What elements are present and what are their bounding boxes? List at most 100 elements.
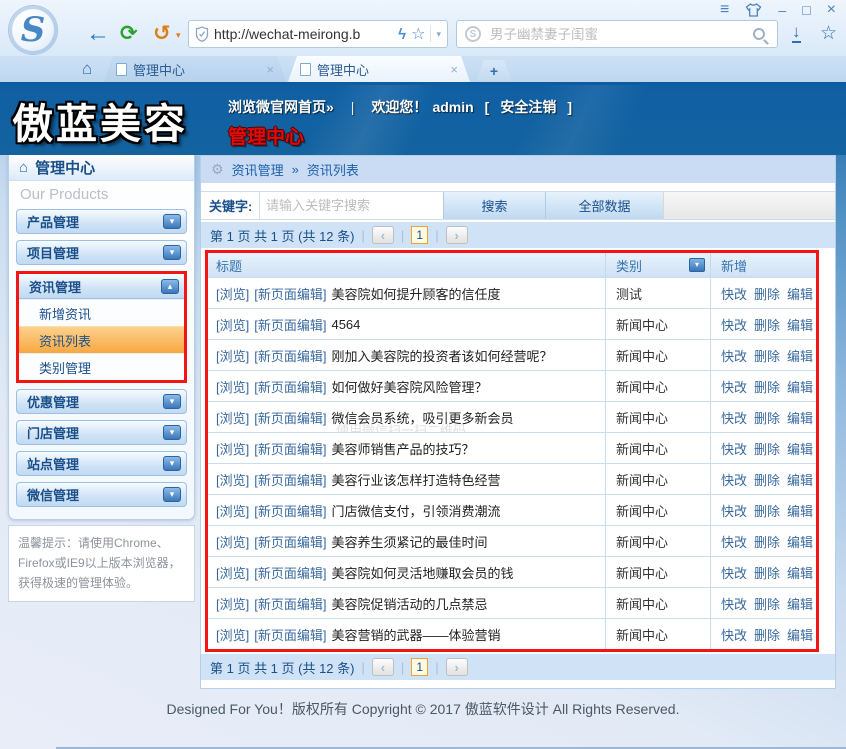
browser-tab[interactable]: 管理中心× <box>104 56 286 82</box>
next-page-button[interactable]: › <box>446 226 468 244</box>
action-link[interactable]: 编辑 <box>787 346 813 365</box>
chevron-down-icon[interactable]: ▾ <box>163 245 181 260</box>
action-link[interactable]: 快改 <box>721 439 747 458</box>
action-link[interactable]: 删除 <box>754 532 780 551</box>
skin-icon[interactable] <box>745 3 762 17</box>
action-link[interactable]: 删除 <box>754 346 780 365</box>
maximize-icon[interactable]: □ <box>802 2 810 18</box>
sidebar-subitem[interactable]: 新增资讯 <box>19 299 184 326</box>
action-link[interactable]: 快改 <box>721 346 747 365</box>
category-filter-icon[interactable]: ▾ <box>689 258 705 272</box>
current-page-button[interactable]: 1 <box>411 226 428 244</box>
chevron-down-icon[interactable]: ▾ <box>163 425 181 440</box>
view-link[interactable]: [浏览] <box>216 470 249 489</box>
newpage-edit-link[interactable]: [新页面编辑] <box>254 315 326 334</box>
newpage-edit-link[interactable]: [新页面编辑] <box>254 594 326 613</box>
tab-close-icon[interactable]: × <box>266 62 274 77</box>
all-data-button[interactable]: 全部数据 <box>545 192 663 219</box>
action-link[interactable]: 编辑 <box>787 532 813 551</box>
undo-icon[interactable]: ↺ <box>153 21 171 47</box>
view-link[interactable]: [浏览] <box>216 346 249 365</box>
home-icon[interactable]: ⌂ <box>82 59 92 79</box>
action-link[interactable]: 快改 <box>721 284 747 303</box>
view-link[interactable]: [浏览] <box>216 284 249 303</box>
sidebar-subitem[interactable]: 类别管理 <box>19 353 184 380</box>
action-link[interactable]: 删除 <box>754 377 780 396</box>
address-bar[interactable]: http://wechat-meirong.b ϟ ☆ ▾ <box>188 20 448 48</box>
view-link[interactable]: [浏览] <box>216 625 249 644</box>
prev-page-button[interactable]: ‹ <box>372 226 394 244</box>
back-icon[interactable]: ← <box>86 21 110 47</box>
sidebar-subitem[interactable]: 资讯列表 <box>19 326 184 353</box>
view-link[interactable]: [浏览] <box>216 501 249 520</box>
action-link[interactable]: 编辑 <box>787 501 813 520</box>
action-link[interactable]: 删除 <box>754 563 780 582</box>
search-icon[interactable] <box>753 28 765 40</box>
action-link[interactable]: 快改 <box>721 532 747 551</box>
lightning-icon[interactable]: ϟ <box>398 26 406 43</box>
sidebar-menu-item[interactable]: 微信管理▾ <box>16 482 187 507</box>
view-link[interactable]: [浏览] <box>216 594 249 613</box>
url-text[interactable]: http://wechat-meirong.b <box>214 26 393 42</box>
url-dropdown-icon[interactable]: ▾ <box>430 26 441 42</box>
favorites-star-icon[interactable]: ☆ <box>820 22 837 45</box>
sidebar-menu-item[interactable]: 产品管理▾ <box>16 209 187 234</box>
action-link[interactable]: 删除 <box>754 439 780 458</box>
browser-search-bar[interactable]: S <box>456 20 778 48</box>
visit-site-link[interactable]: 浏览微官网首页» <box>228 97 334 117</box>
action-link[interactable]: 快改 <box>721 594 747 613</box>
chevron-down-icon[interactable]: ▾ <box>163 456 181 471</box>
action-link[interactable]: 删除 <box>754 284 780 303</box>
chevron-down-icon[interactable]: ▾ <box>163 214 181 229</box>
action-link[interactable]: 快改 <box>721 563 747 582</box>
action-link[interactable]: 删除 <box>754 315 780 334</box>
action-link[interactable]: 编辑 <box>787 284 813 303</box>
search-button[interactable]: 搜索 <box>443 192 545 219</box>
action-link[interactable]: 编辑 <box>787 439 813 458</box>
browser-tab[interactable]: 管理中心× <box>288 56 470 82</box>
newpage-edit-link[interactable]: [新页面编辑] <box>254 439 326 458</box>
action-link[interactable]: 删除 <box>754 594 780 613</box>
newpage-edit-link[interactable]: [新页面编辑] <box>254 532 326 551</box>
action-link[interactable]: 快改 <box>721 377 747 396</box>
action-link[interactable]: 编辑 <box>787 408 813 427</box>
sidebar-menu-item[interactable]: 门店管理▾ <box>16 420 187 445</box>
newpage-edit-link[interactable]: [新页面编辑] <box>254 408 326 427</box>
tab-close-icon[interactable]: × <box>450 62 458 77</box>
logout-link[interactable]: 安全注销 <box>500 97 556 117</box>
view-link[interactable]: [浏览] <box>216 532 249 551</box>
newpage-edit-link[interactable]: [新页面编辑] <box>254 284 326 303</box>
action-link[interactable]: 删除 <box>754 501 780 520</box>
action-link[interactable]: 编辑 <box>787 377 813 396</box>
prev-page-button[interactable]: ‹ <box>372 658 394 676</box>
sidebar-menu-item[interactable]: 站点管理▾ <box>16 451 187 476</box>
newpage-edit-link[interactable]: [新页面编辑] <box>254 625 326 644</box>
current-page-button[interactable]: 1 <box>411 658 428 676</box>
new-tab-button[interactable]: + <box>476 60 512 81</box>
action-link[interactable]: 编辑 <box>787 625 813 644</box>
action-link[interactable]: 快改 <box>721 315 747 334</box>
newpage-edit-link[interactable]: [新页面编辑] <box>254 563 326 582</box>
action-link[interactable]: 编辑 <box>787 563 813 582</box>
action-link[interactable]: 编辑 <box>787 594 813 613</box>
sidebar-menu-item[interactable]: 项目管理▾ <box>16 240 187 265</box>
newpage-edit-link[interactable]: [新页面编辑] <box>254 346 326 365</box>
action-link[interactable]: 快改 <box>721 408 747 427</box>
action-link[interactable]: 快改 <box>721 470 747 489</box>
close-icon[interactable]: × <box>827 2 836 18</box>
action-link[interactable]: 删除 <box>754 408 780 427</box>
view-link[interactable]: [浏览] <box>216 377 249 396</box>
sidebar-menu-item[interactable]: 资讯管理▴ <box>19 274 184 299</box>
action-link[interactable]: 删除 <box>754 470 780 489</box>
bookmark-star-icon[interactable]: ☆ <box>411 24 425 44</box>
view-link[interactable]: [浏览] <box>216 408 249 427</box>
action-link[interactable]: 删除 <box>754 625 780 644</box>
keyword-input[interactable] <box>259 192 443 219</box>
action-link[interactable]: 快改 <box>721 625 747 644</box>
newpage-edit-link[interactable]: [新页面编辑] <box>254 501 326 520</box>
refresh-icon[interactable]: ⟳ <box>120 21 138 47</box>
chevron-down-icon[interactable]: ▾ <box>163 487 181 502</box>
undo-dropdown-icon[interactable]: ▾ <box>176 30 181 41</box>
view-link[interactable]: [浏览] <box>216 563 249 582</box>
browser-search-input[interactable] <box>488 26 746 43</box>
